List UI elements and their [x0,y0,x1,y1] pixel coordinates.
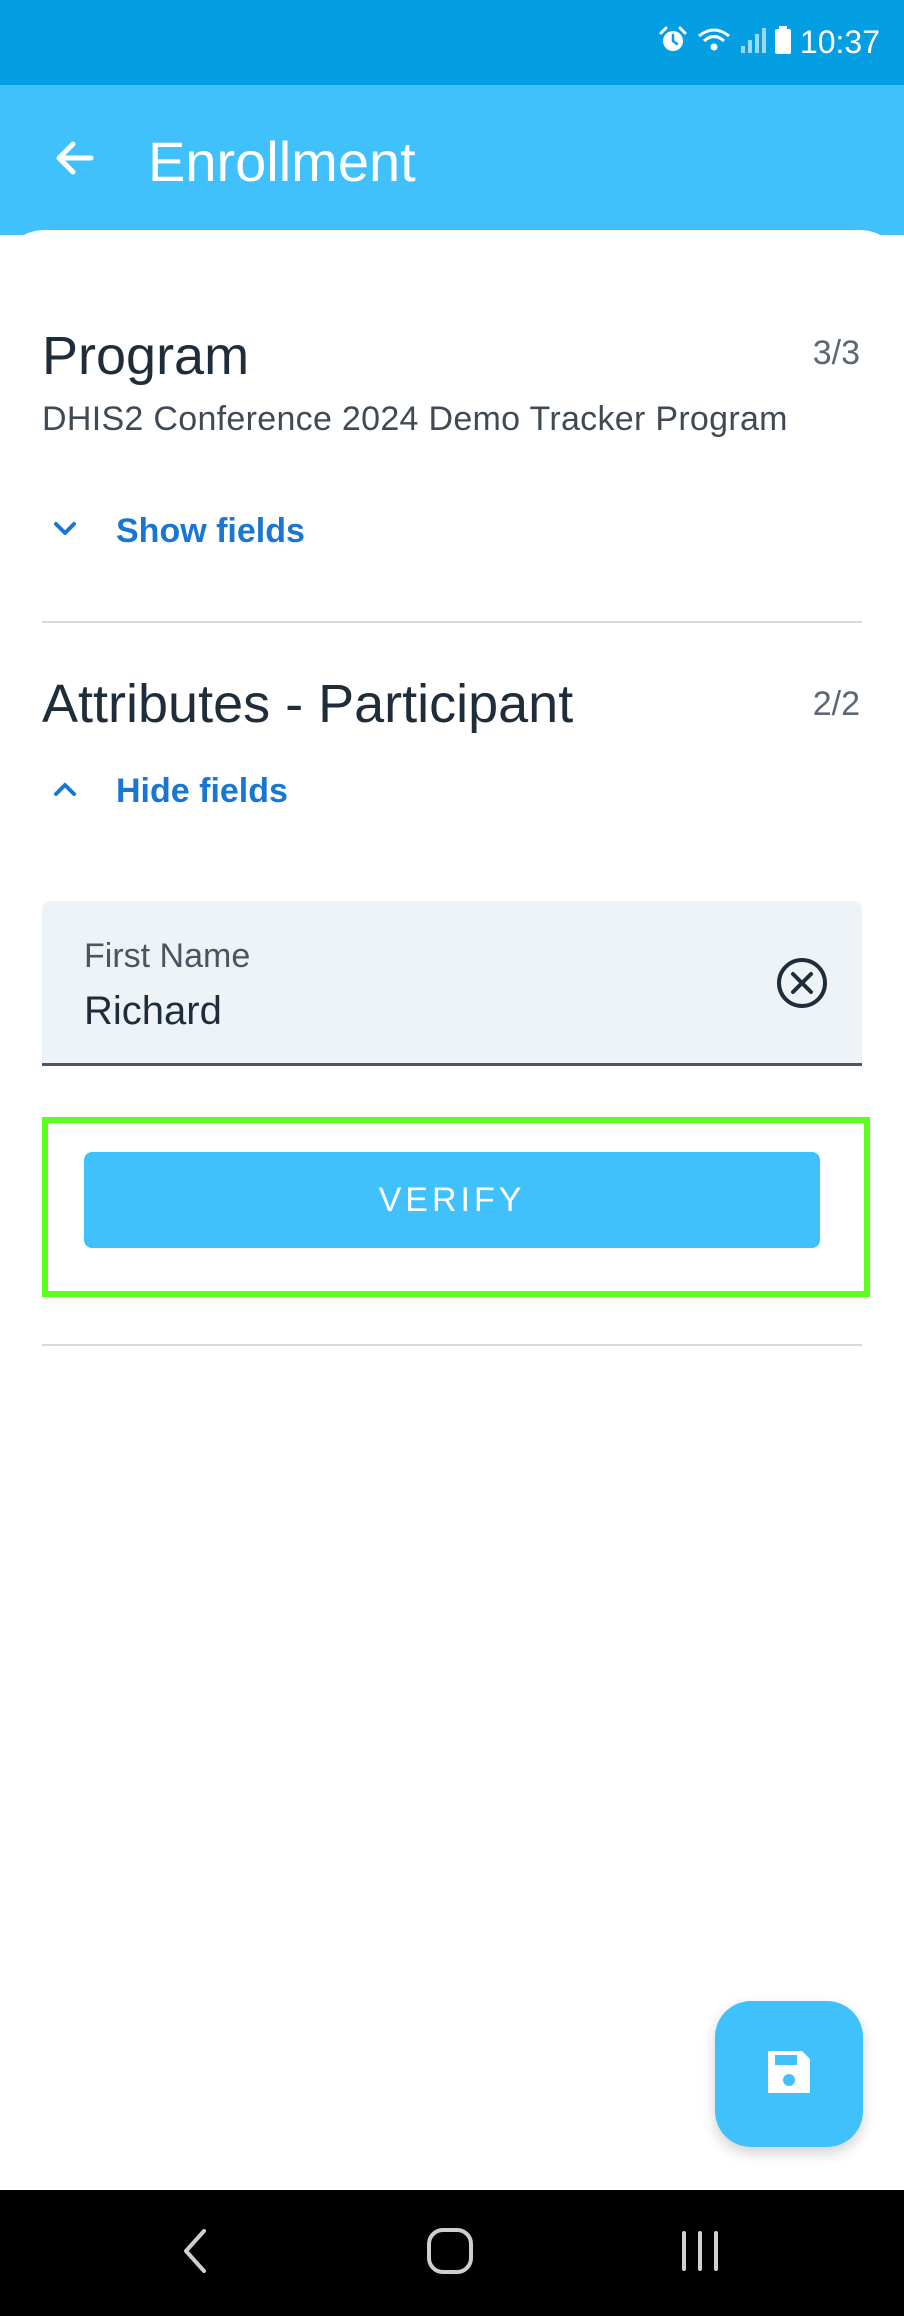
wifi-icon [696,25,732,60]
status-time: 10:37 [799,24,880,60]
nav-back-icon [176,2225,216,2282]
page-title: Enrollment [148,130,416,193]
nav-back-button[interactable] [156,2220,236,2286]
chevron-down-icon [50,514,80,549]
hide-fields-toggle[interactable]: Hide fields [50,772,288,811]
verify-button[interactable]: VERIFY [84,1152,820,1248]
status-bar: 10:37 [0,0,904,85]
back-button[interactable] [40,125,110,195]
save-icon [762,2045,816,2104]
section-divider [42,621,862,623]
section-title-attributes: Attributes - Participant [42,674,574,734]
first-name-label: First Name [84,937,251,975]
status-icons: 10:37 [658,0,880,85]
section-title-program: Program [42,326,250,386]
app-bar: Enrollment [0,85,904,235]
arrow-back-icon [51,134,99,187]
nav-home-icon [424,2225,476,2282]
chevron-up-icon [50,774,80,809]
battery-icon [774,25,792,60]
section-divider-bottom [42,1344,862,1346]
alarm-icon [658,25,688,60]
save-button[interactable] [715,2001,863,2147]
system-nav-bar [0,2190,904,2316]
clear-circle-icon [774,955,830,1016]
section-count-attributes: 2/2 [812,685,860,723]
first-name-field[interactable]: First Name Richard [42,901,862,1066]
first-name-value: Richard [84,989,222,1033]
nav-home-button[interactable] [410,2220,490,2286]
signal-icon [740,26,766,59]
show-fields-label: Show fields [116,512,305,550]
section-count-program: 3/3 [812,334,860,372]
hide-fields-label: Hide fields [116,772,288,810]
show-fields-toggle[interactable]: Show fields [50,512,305,551]
nav-recents-button[interactable] [660,2220,740,2286]
nav-recents-icon [674,2225,726,2282]
clear-field-button[interactable] [772,955,832,1015]
section-description-program: DHIS2 Conference 2024 Demo Tracker Progr… [42,400,788,438]
